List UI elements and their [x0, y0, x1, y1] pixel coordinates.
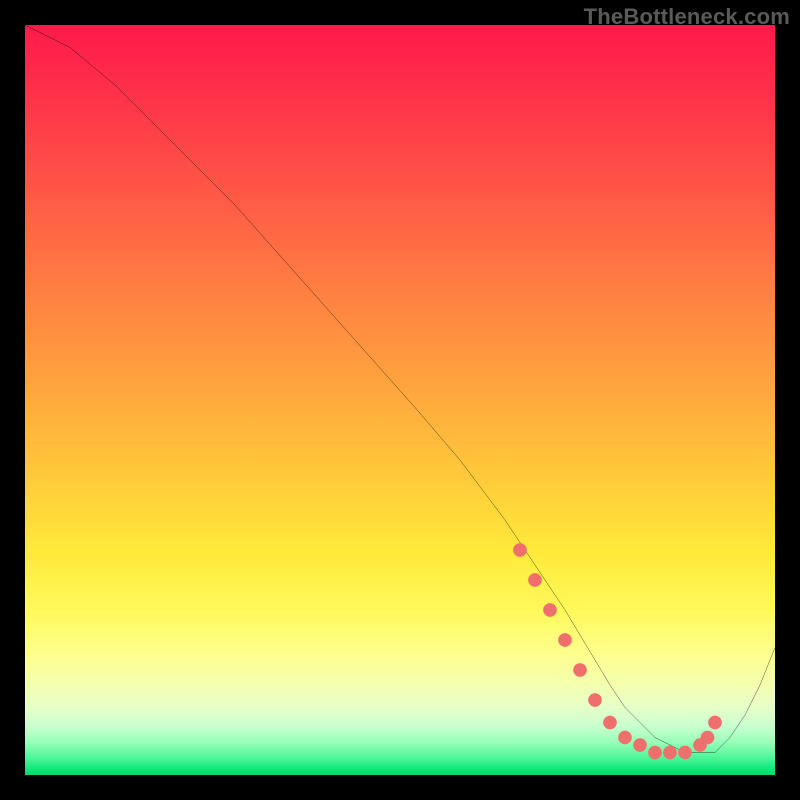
highlight-dots-group — [513, 543, 722, 759]
highlight-dot — [558, 633, 572, 647]
main-line-group — [25, 25, 775, 753]
highlight-dot — [543, 603, 557, 617]
chart-frame: TheBottleneck.com — [0, 0, 800, 800]
highlight-dot — [648, 746, 662, 760]
highlight-dot — [513, 543, 527, 557]
highlight-dot — [708, 716, 722, 730]
chart-svg — [25, 25, 775, 775]
watermark-text: TheBottleneck.com — [584, 4, 790, 30]
highlight-dot — [633, 738, 647, 752]
highlight-dot — [588, 693, 602, 707]
highlight-dot — [528, 573, 542, 587]
highlight-dot — [603, 716, 617, 730]
highlight-dot — [618, 731, 632, 745]
highlight-dot — [663, 746, 677, 760]
highlight-dot — [701, 731, 715, 745]
main-curve — [25, 25, 775, 753]
highlight-dot — [573, 663, 587, 677]
highlight-dot — [678, 746, 692, 760]
